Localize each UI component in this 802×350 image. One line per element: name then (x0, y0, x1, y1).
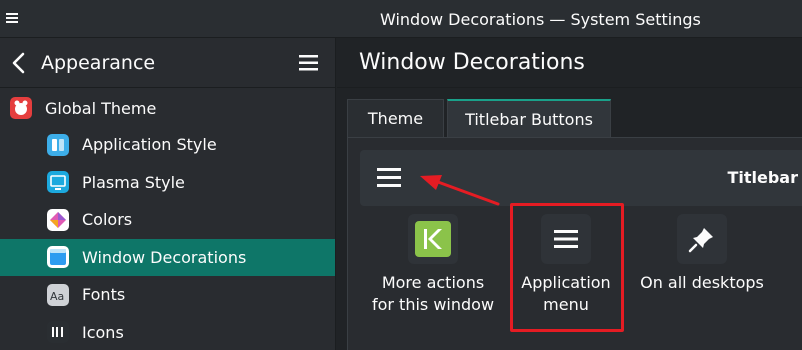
button-label: for this window (371, 295, 495, 314)
sidebar-item-label: Plasma Style (82, 172, 185, 192)
tab-label: Titlebar Buttons (465, 109, 593, 129)
icons-icon (47, 321, 69, 344)
button-on-all-desktops[interactable]: On all desktops (637, 214, 767, 294)
back-arrow-icon[interactable] (10, 52, 28, 74)
window-title: Window Decorations — System Settings (380, 10, 701, 29)
page-title: Window Decorations (359, 50, 585, 75)
sidebar-item-icons[interactable]: Icons (0, 314, 335, 350)
sidebar-item-label: Window Decorations (82, 247, 247, 267)
annotation-arrow (420, 175, 500, 206)
preview-title: Titlebar (727, 168, 798, 187)
button-label: More actions (381, 273, 485, 292)
sidebar-title: Appearance (41, 52, 156, 74)
window-decorations-icon (47, 246, 69, 269)
kde-more-actions-icon (408, 214, 458, 264)
tab-label: Theme (367, 109, 424, 128)
sidebar-item-label: Colors (82, 210, 133, 230)
global-theme-icon (10, 97, 32, 119)
content-header: Window Decorations (337, 38, 802, 88)
sidebar-item-window-decorations[interactable]: Window Decorations (0, 238, 335, 276)
sidebar-item-label: Application Style (82, 135, 217, 155)
sidebar-item-application-style[interactable]: Application Style (0, 126, 335, 164)
sidebar-header: Appearance (0, 38, 335, 88)
tab-titlebar-buttons[interactable]: Titlebar Buttons (447, 99, 611, 137)
sidebar-item-label: Icons (82, 322, 124, 342)
sidebar-item-label: Fonts (82, 285, 126, 305)
sidebar-list: Global Theme Application Style Plasma St… (0, 90, 335, 350)
sidebar-item-label: Global Theme (45, 98, 157, 118)
window-titlebar: Window Decorations — System Settings (0, 0, 802, 38)
tab-theme[interactable]: Theme (347, 99, 444, 137)
pin-icon (677, 214, 727, 264)
button-more-actions[interactable]: More actions for this window (368, 214, 498, 316)
sidebar-item-global-theme[interactable]: Global Theme (0, 90, 335, 126)
colors-icon (47, 208, 69, 231)
sidebar-item-plasma-style[interactable]: Plasma Style (0, 164, 335, 202)
annotation-highlight-box (510, 203, 624, 332)
sidebar: Appearance Global Theme Application Styl… (0, 38, 336, 350)
window-menu-icon[interactable] (4, 10, 20, 26)
sidebar-item-colors[interactable]: Colors (0, 201, 335, 239)
sidebar-item-fonts[interactable]: Aa Fonts (0, 276, 335, 314)
application-menu-icon[interactable] (376, 167, 402, 189)
fonts-icon: Aa (47, 283, 69, 306)
button-label: On all desktops (640, 273, 764, 292)
application-style-icon (47, 133, 69, 156)
hamburger-menu-icon[interactable] (297, 53, 321, 73)
svg-text:Aa: Aa (50, 290, 64, 303)
plasma-style-icon (47, 171, 69, 194)
